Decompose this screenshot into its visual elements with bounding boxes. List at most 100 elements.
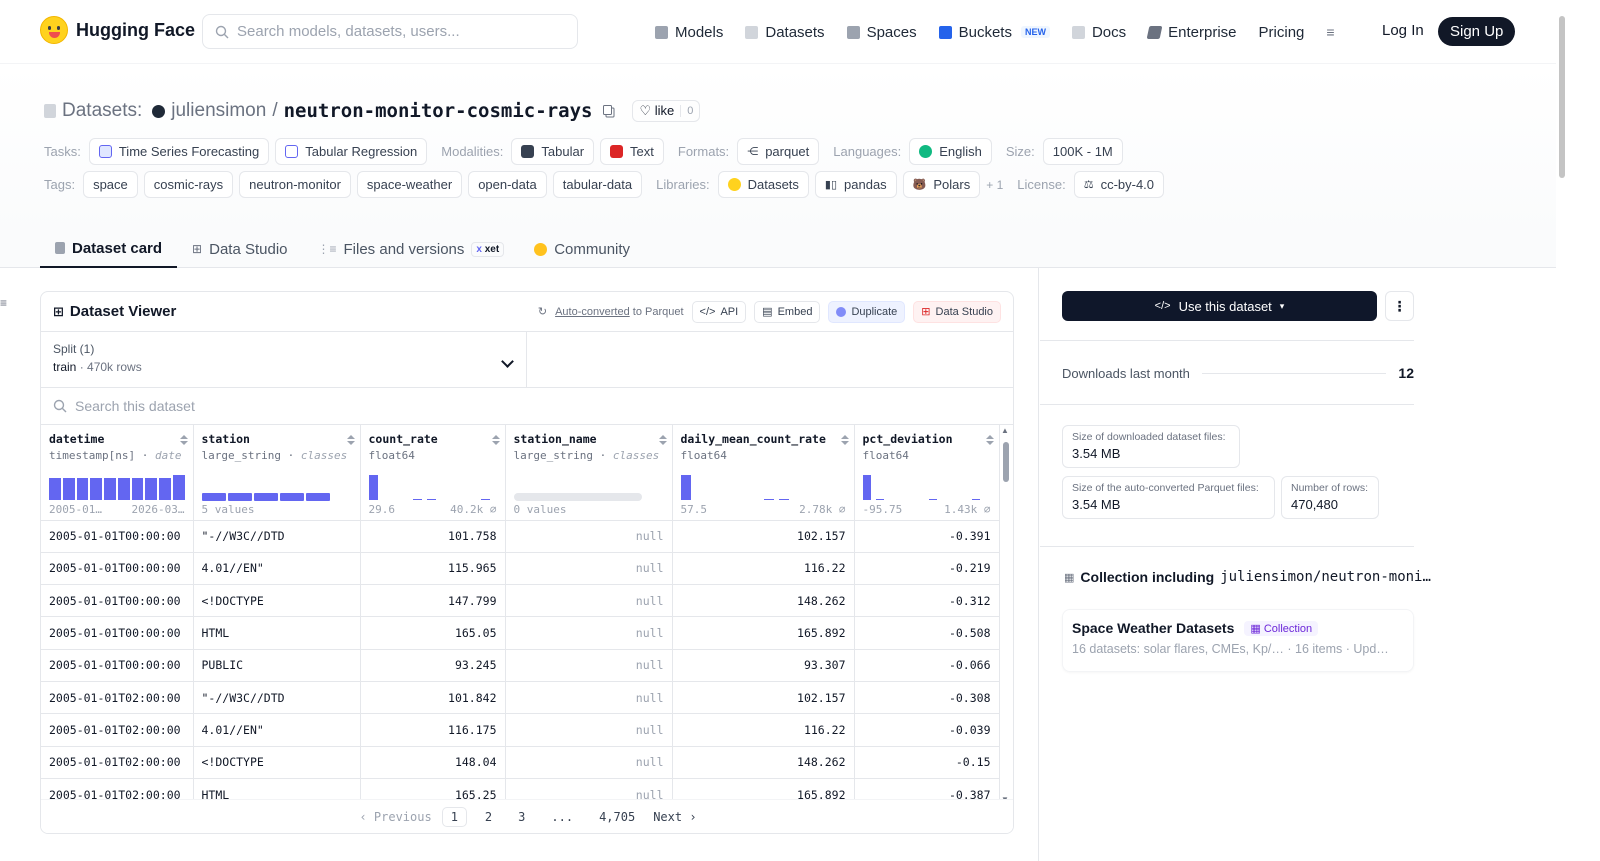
table-row[interactable]: 2005-01-01T00:00:00 PUBLIC 93.245 null 93.30… [41,649,1000,682]
libraries-more[interactable]: + 1 [986,178,1003,192]
cell-datetime[interactable]: 2005-01-01T00:00:00 [41,584,194,618]
cell-datetime[interactable]: 2005-01-01T02:00:00 [41,746,194,779]
histogram-bar[interactable] [763,499,774,500]
cell-daily-mean[interactable]: 102.157 [672,681,855,715]
histogram-bar[interactable] [49,478,61,500]
use-this-dataset-button[interactable]: </> Use this dataset ▾ [1062,291,1377,321]
table-row[interactable]: 2005-01-01T02:00:00 4.01//EN" 116.175 null 1… [41,713,1000,747]
cell-station-name[interactable]: null [505,713,673,747]
table-row[interactable]: 2005-01-01T02:00:00 HTML 165.25 null 165.892… [41,778,1000,799]
histogram-bar[interactable] [928,499,937,500]
table-row[interactable]: 2005-01-01T00:00:00 HTML 165.05 null 165.892… [41,616,1000,650]
histogram-bar[interactable] [90,478,102,500]
histogram-bar[interactable] [426,499,436,500]
cell-pct-deviation[interactable]: -0.066 [854,649,1000,682]
class-segment[interactable] [279,493,304,501]
tag-space-weather[interactable]: space-weather [356,171,463,198]
cell-station[interactable]: 4.01//EN" [193,552,361,586]
histogram-bar[interactable] [117,478,130,500]
nav-enterprise[interactable]: Enterprise [1146,18,1237,46]
cell-datetime[interactable]: 2005-01-01T00:00:00 [41,520,194,553]
histogram-bar[interactable] [172,475,185,500]
nav-buckets[interactable]: Buckets NEW [938,18,1050,46]
collection-card[interactable]: Space Weather Datasets ▦ Collection 16 d… [1062,609,1414,672]
histogram-bar[interactable] [76,478,89,500]
sort-icon[interactable] [658,435,667,445]
cell-daily-mean[interactable]: 165.892 [672,616,855,650]
tag-cosmic-rays[interactable]: cosmic-rays [143,171,234,198]
cell-station[interactable]: "-//W3C//DTD [193,520,361,553]
cell-pct-deviation[interactable]: -0.508 [854,616,1000,650]
cell-station[interactable]: PUBLIC [193,649,361,682]
tag-text[interactable]: Text [600,138,664,165]
cell-pct-deviation[interactable]: -0.039 [854,713,1000,747]
cell-pct-deviation[interactable]: -0.308 [854,681,1000,715]
histogram-bar[interactable] [159,478,171,500]
histogram-bar[interactable] [480,499,490,500]
cell-count-rate[interactable]: 101.842 [360,681,506,715]
global-search-input[interactable]: Search models, datasets, users... [202,14,578,49]
sort-icon[interactable] [840,435,849,445]
cell-station-name[interactable]: null [505,649,673,682]
table-row[interactable]: 2005-01-01T02:00:00 "-//W3C//DTD 101.842 nu… [41,681,1000,715]
column-header-count-rate[interactable]: count_rate float64 29.6 40.2k ⌀ [360,425,506,521]
sort-icon[interactable] [985,435,994,445]
nav-pricing[interactable]: Pricing [1259,18,1305,46]
repo-type-label[interactable]: Datasets: [62,100,142,122]
cell-daily-mean[interactable]: 165.892 [672,778,855,799]
tag-neutron-monitor[interactable]: neutron-monitor [239,171,351,198]
tab-files-and-versions[interactable]: ⋮≡ Files and versions x xet [303,230,520,268]
histogram-bar[interactable] [875,499,884,500]
cell-station-name[interactable]: null [505,616,673,650]
cell-pct-deviation[interactable]: -0.312 [854,584,1000,618]
cell-daily-mean[interactable]: 148.262 [672,584,855,618]
table-row[interactable]: 2005-01-01T02:00:00 <!DOCTYPE 148.04 null 14… [41,746,1000,779]
cell-station-name[interactable]: null [505,778,673,799]
column-header-datetime[interactable]: datetime timestamp[ns] · date 2005-01… 20… [41,425,194,521]
signup-button[interactable]: Sign Up [1438,17,1516,46]
brand-logo[interactable]: Hugging Face [40,16,195,44]
tab-community[interactable]: Community [519,230,645,268]
cell-count-rate[interactable]: 165.05 [360,616,506,650]
api-button[interactable]: </> API [691,300,747,323]
tag-parquet[interactable]: ⋲ parquet [737,138,820,165]
histogram-bar[interactable] [62,478,75,500]
cell-station[interactable]: <!DOCTYPE [193,584,361,618]
tag-size[interactable]: 100K - 1M [1042,138,1123,165]
cell-station-name[interactable]: null [505,584,673,618]
auto-converted-link[interactable]: Auto-converted [555,306,630,318]
table-row[interactable]: 2005-01-01T00:00:00 4.01//EN" 115.965 null 1… [41,552,1000,586]
cell-station-name[interactable]: null [505,520,673,553]
cell-datetime[interactable]: 2005-01-01T00:00:00 [41,552,194,586]
cell-station-name[interactable]: null [505,552,673,586]
like-button[interactable]: ♡ like 0 [632,100,701,122]
cell-station[interactable]: <!DOCTYPE [193,746,361,779]
page-2-button[interactable]: 2 [477,808,500,826]
tag-english[interactable]: English [909,138,992,165]
cell-daily-mean[interactable]: 93.307 [672,649,855,682]
cell-datetime[interactable]: 2005-01-01T02:00:00 [41,681,194,715]
tag-tabular-data[interactable]: tabular-data [552,171,643,198]
cell-count-rate[interactable]: 116.175 [360,713,506,747]
copy-icon[interactable] [602,104,616,118]
histogram-bar[interactable] [412,499,422,500]
cell-pct-deviation[interactable]: -0.15 [854,746,1000,779]
tag-datasets-library[interactable]: Datasets [717,171,809,198]
split-selector[interactable]: Split (1) train · 470k rows [41,332,527,387]
cell-count-rate[interactable]: 115.965 [360,552,506,586]
cell-count-rate[interactable]: 93.245 [360,649,506,682]
table-row[interactable]: 2005-01-01T00:00:00 "-//W3C//DTD 101.758 nu… [41,520,1000,553]
sort-icon[interactable] [491,435,500,445]
column-header-daily-mean-count-rate[interactable]: daily_mean_count_rate float64 57.5 2.78k … [672,425,855,521]
previous-page-button[interactable]: ‹ Previous [359,810,431,824]
cell-station[interactable]: 4.01//EN" [193,713,361,747]
data-studio-button[interactable]: ⊞ Data Studio [913,300,1001,323]
login-link[interactable]: Log In [1382,22,1424,39]
nav-spaces[interactable]: Spaces [846,18,917,46]
cell-datetime[interactable]: 2005-01-01T02:00:00 [41,778,194,799]
table-scrollbar-thumb[interactable] [1003,442,1009,482]
nav-datasets[interactable]: Datasets [745,18,825,46]
cell-daily-mean[interactable]: 116.22 [672,713,855,747]
class-segment[interactable] [253,493,278,501]
cell-count-rate[interactable]: 148.04 [360,746,506,779]
